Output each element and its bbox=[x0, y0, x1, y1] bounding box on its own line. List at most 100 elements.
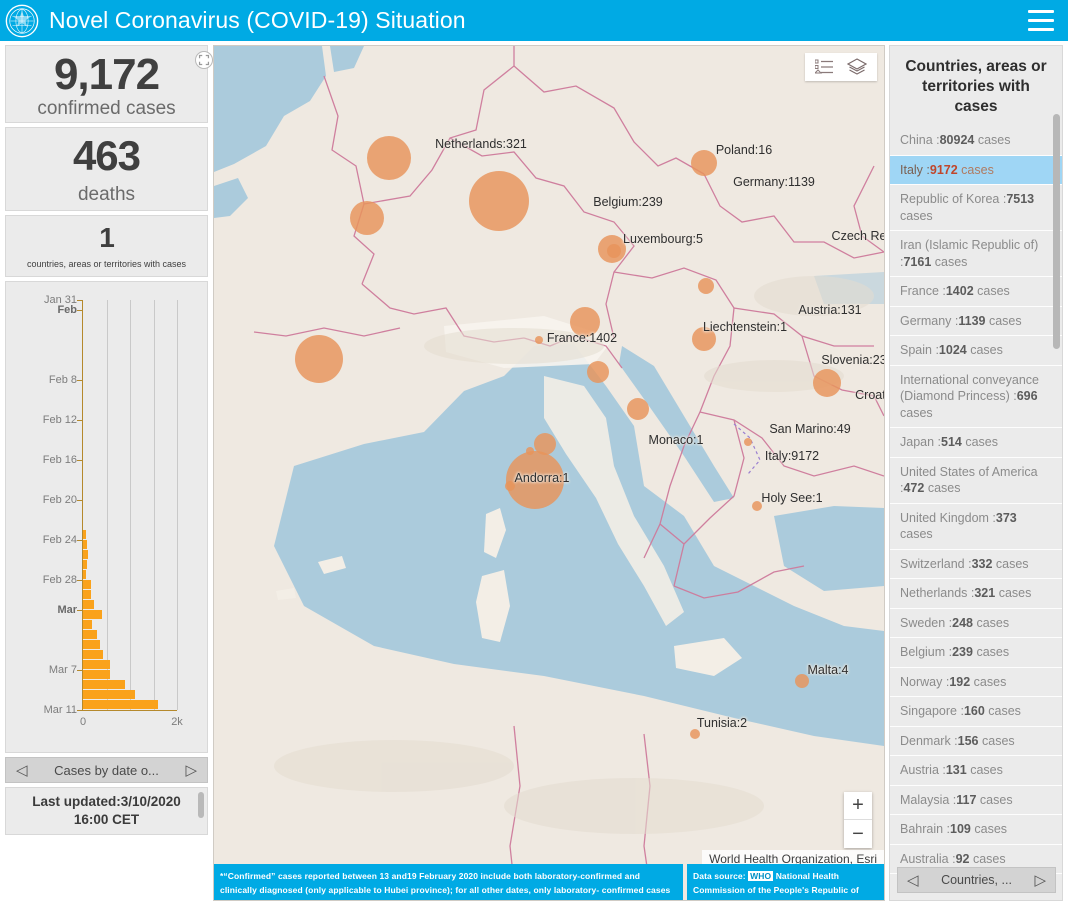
map-marker-slovenia[interactable] bbox=[587, 361, 609, 383]
chart-bar[interactable] bbox=[83, 420, 177, 430]
map-panel[interactable]: Netherlands:321 Poland:16 Germany:1139 Belg… bbox=[213, 45, 885, 901]
map-marker-belgium[interactable] bbox=[350, 201, 384, 235]
country-list-item[interactable]: China :80924 cases bbox=[890, 126, 1062, 156]
chart-bar[interactable] bbox=[83, 490, 177, 500]
country-list-item[interactable]: Belgium :239 cases bbox=[890, 638, 1062, 668]
country-list-scrollbar[interactable] bbox=[1053, 114, 1060, 349]
chart-bar[interactable] bbox=[83, 520, 177, 530]
chart-bar[interactable] bbox=[83, 340, 177, 350]
chart-bar[interactable] bbox=[83, 310, 177, 320]
chart-bar[interactable] bbox=[83, 690, 177, 700]
map-marker-romania[interactable] bbox=[813, 369, 841, 397]
country-list-item[interactable]: Iran (Islamic Republic of) :7161 cases bbox=[890, 231, 1062, 278]
chart-bar[interactable] bbox=[83, 350, 177, 360]
country-list-item[interactable]: Norway :192 cases bbox=[890, 667, 1062, 698]
hamburger-menu-icon[interactable] bbox=[1028, 10, 1054, 31]
country-list-item[interactable]: United States of America :472 cases bbox=[890, 457, 1062, 504]
chart-bar[interactable] bbox=[83, 510, 177, 520]
chart-bar[interactable] bbox=[83, 330, 177, 340]
country-list-item[interactable]: Malaysia :117 cases bbox=[890, 785, 1062, 816]
chart-bar[interactable] bbox=[83, 360, 177, 370]
zoom-in-button[interactable]: + bbox=[844, 792, 872, 820]
country-case-count: 321 bbox=[974, 586, 996, 601]
chart-bar[interactable] bbox=[83, 530, 177, 540]
chart-bar[interactable] bbox=[83, 630, 177, 640]
chart-bar[interactable] bbox=[83, 390, 177, 400]
map-marker-croatia[interactable] bbox=[627, 398, 649, 420]
last-updated-scrollbar[interactable] bbox=[198, 792, 204, 818]
chart-bar[interactable] bbox=[83, 500, 177, 510]
chart-bar[interactable] bbox=[83, 450, 177, 460]
chart-bar-fill bbox=[83, 600, 95, 609]
map-marker-andorra[interactable] bbox=[505, 481, 515, 491]
chart-bar[interactable] bbox=[83, 660, 177, 670]
chart-bar[interactable] bbox=[83, 670, 177, 680]
chart-pager[interactable]: ◁ Cases by date o... ▷ bbox=[5, 757, 208, 783]
map-zoom-controls[interactable]: + − bbox=[844, 792, 872, 848]
chart-bar[interactable] bbox=[83, 410, 177, 420]
country-list-item[interactable]: Austria :131 cases bbox=[890, 756, 1062, 786]
chart-bar[interactable] bbox=[83, 570, 177, 580]
chart-bar[interactable] bbox=[83, 650, 177, 660]
map-marker-france[interactable] bbox=[295, 335, 343, 383]
chart-y-tickmark bbox=[77, 380, 83, 381]
chart-bar[interactable] bbox=[83, 589, 177, 600]
chart-bar[interactable] bbox=[83, 550, 177, 560]
country-list-item[interactable]: Germany :1139 cases bbox=[890, 306, 1062, 337]
country-list-pager[interactable]: ◁ Countries, ... ▷ bbox=[897, 867, 1056, 893]
chart-bar[interactable] bbox=[83, 610, 177, 620]
map-marker-luxembourg[interactable] bbox=[607, 244, 621, 258]
map-layers-icon[interactable] bbox=[847, 58, 867, 76]
map-marker-tunisia[interactable] bbox=[690, 729, 700, 739]
chart-bar[interactable] bbox=[83, 320, 177, 330]
chart-bar[interactable] bbox=[83, 380, 177, 390]
map-marker-poland[interactable] bbox=[691, 150, 717, 176]
country-list-item[interactable]: Sweden :248 cases bbox=[890, 608, 1062, 639]
app-header: Novel Coronavirus (COVID-19) Situation bbox=[0, 0, 1068, 41]
country-list-item[interactable]: Singapore :160 cases bbox=[890, 697, 1062, 727]
map-marker-germany[interactable] bbox=[469, 171, 529, 231]
chart-bar[interactable] bbox=[83, 640, 177, 650]
country-list-item[interactable]: Spain :1024 cases bbox=[890, 336, 1062, 366]
chart-bar[interactable] bbox=[83, 580, 177, 590]
chart-bar[interactable] bbox=[83, 440, 177, 450]
map-marker-netherlands[interactable] bbox=[367, 136, 411, 180]
country-list-next-icon[interactable]: ▷ bbox=[1034, 871, 1046, 889]
country-list-item[interactable]: Bahrain :109 cases bbox=[890, 815, 1062, 845]
chart-next-icon[interactable]: ▷ bbox=[185, 761, 197, 779]
legend-list-icon[interactable] bbox=[815, 59, 833, 75]
country-list-prev-icon[interactable]: ◁ bbox=[907, 871, 919, 889]
chart-bar[interactable] bbox=[83, 700, 177, 710]
country-list[interactable]: China :80924 cases Italy :9172 cases Repub… bbox=[890, 126, 1062, 900]
chart-bar[interactable] bbox=[83, 400, 177, 410]
chart-bar[interactable] bbox=[83, 470, 177, 480]
chart-bar[interactable] bbox=[83, 600, 177, 610]
country-case-count: 472 bbox=[903, 481, 925, 496]
country-list-item[interactable]: Netherlands :321 cases bbox=[890, 579, 1062, 609]
expand-map-icon[interactable] bbox=[195, 51, 213, 69]
country-list-item[interactable]: Italy :9172 cases bbox=[890, 155, 1062, 186]
country-list-item[interactable]: Denmark :156 cases bbox=[890, 726, 1062, 757]
chart-bar[interactable] bbox=[83, 300, 177, 310]
chart-bar[interactable] bbox=[83, 460, 177, 470]
chart-bar[interactable] bbox=[83, 540, 177, 550]
map-marker-serbia[interactable] bbox=[744, 438, 752, 446]
zoom-out-button[interactable]: − bbox=[844, 820, 872, 848]
country-list-item[interactable]: United Kingdom :373 cases bbox=[890, 503, 1062, 550]
chart-bar[interactable] bbox=[83, 480, 177, 490]
chart-bar[interactable] bbox=[83, 620, 177, 630]
country-list-item[interactable]: Republic of Korea :7513 cases bbox=[890, 185, 1062, 232]
country-list-item[interactable]: France :1402 cases bbox=[890, 277, 1062, 307]
country-list-item[interactable]: Japan :514 cases bbox=[890, 428, 1062, 458]
country-list-item[interactable]: International conveyance (Diamond Prince… bbox=[890, 365, 1062, 429]
chart-bar[interactable] bbox=[83, 560, 177, 570]
map-marker-slovakia[interactable] bbox=[698, 278, 714, 294]
chart-bar[interactable] bbox=[83, 430, 177, 440]
map-marker-liechtenstein[interactable] bbox=[535, 336, 543, 344]
map-tools[interactable] bbox=[805, 53, 877, 81]
chart-bar[interactable] bbox=[83, 680, 177, 690]
chart-bar[interactable] bbox=[83, 370, 177, 380]
chart-prev-icon[interactable]: ◁ bbox=[16, 761, 28, 779]
chart-y-tickmark bbox=[77, 500, 83, 501]
country-list-item[interactable]: Switzerland :332 cases bbox=[890, 549, 1062, 580]
